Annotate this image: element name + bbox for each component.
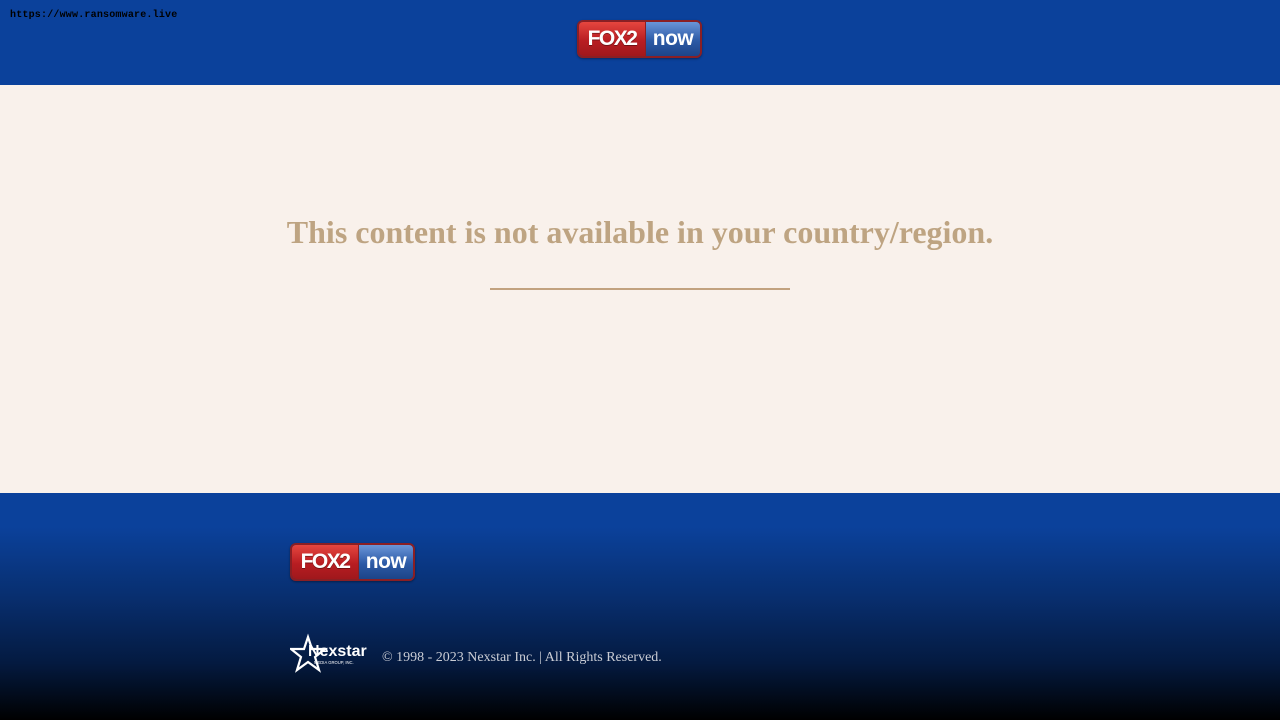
nexstar-logo[interactable]: Nexstar MEDIA GROUP, INC. <box>287 632 370 674</box>
copyright-text: © 1998 - 2023 Nexstar Inc. | All Rights … <box>382 650 662 665</box>
footer-logo-fox-text: FOX2 <box>292 545 358 579</box>
footer-logo-now-text: now <box>358 545 413 579</box>
site-header: FOX2 now <box>0 0 1280 85</box>
nexstar-subtitle: MEDIA GROUP, INC. <box>314 660 354 665</box>
footer-fox2now-logo[interactable]: FOX2 now <box>290 543 415 581</box>
nexstar-star-icon: Nexstar MEDIA GROUP, INC. <box>287 633 367 673</box>
nexstar-name: Nexstar <box>308 643 367 660</box>
site-footer: FOX2 now Nexstar MEDIA GROUP, INC. © 199… <box>0 493 1280 720</box>
geo-block-message: This content is not available in your co… <box>286 214 994 250</box>
fox2now-logo[interactable]: FOX2 now <box>577 20 702 58</box>
divider <box>490 288 790 290</box>
main-content: This content is not available in your co… <box>0 85 1280 493</box>
watermark-url: https://www.ransomware.live <box>10 10 178 21</box>
logo-fox-text: FOX2 <box>579 22 645 56</box>
logo-now-text: now <box>645 22 700 56</box>
